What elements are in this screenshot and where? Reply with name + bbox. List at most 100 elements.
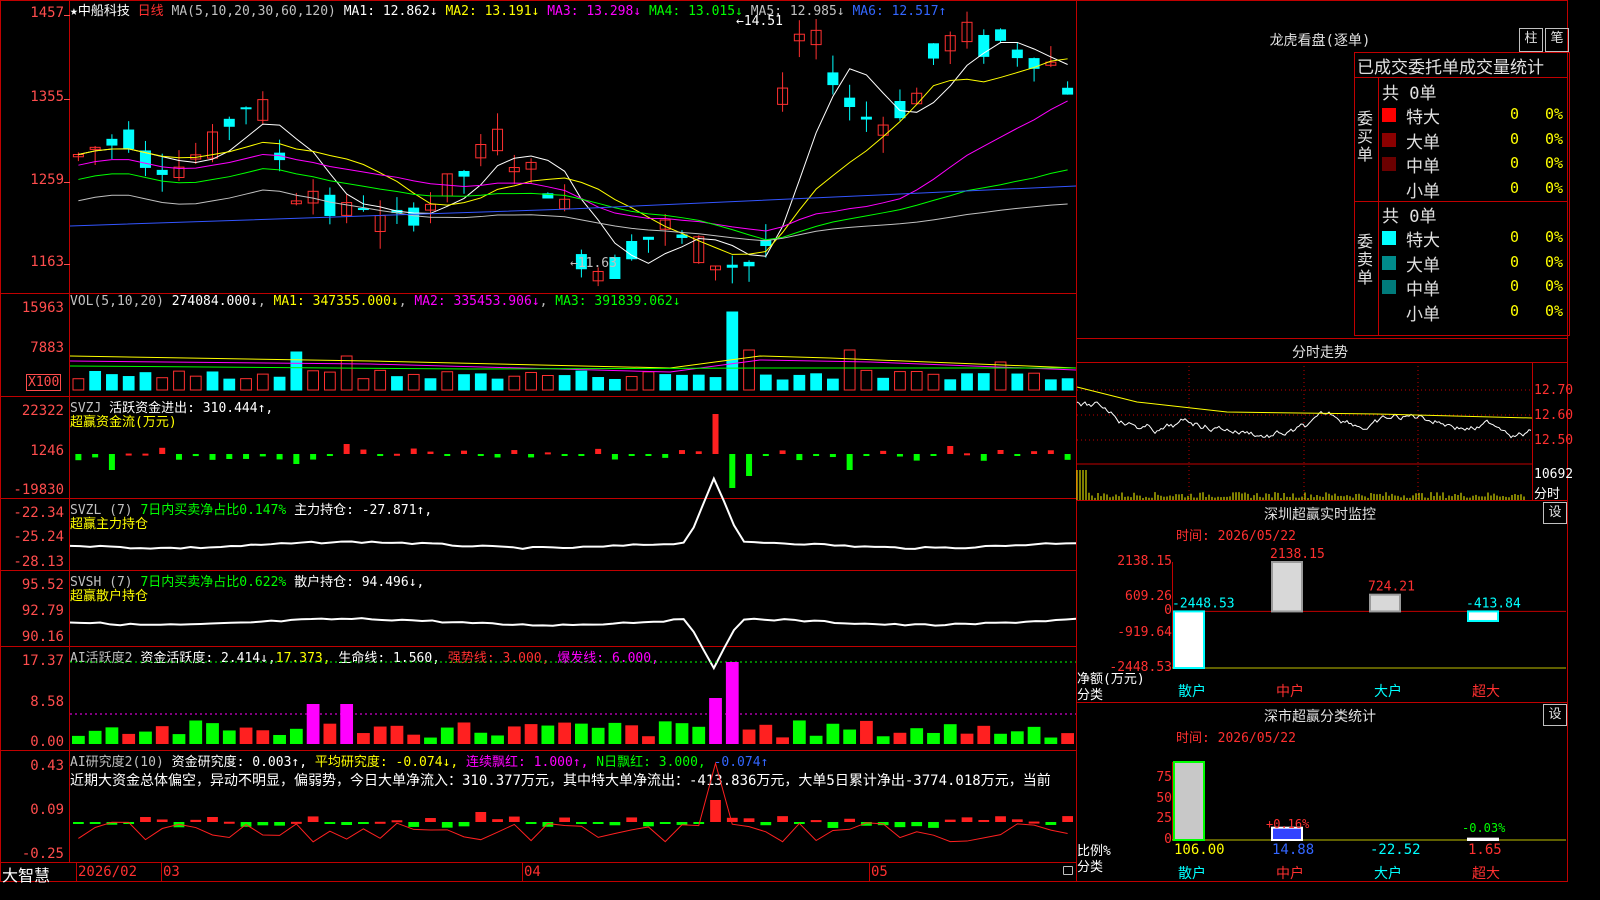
ai2-bar — [525, 822, 537, 824]
svzj-bar — [108, 454, 115, 470]
ai1-bar — [239, 727, 253, 744]
ai2-bar — [391, 820, 403, 823]
fenshi-vol: 10692 — [1534, 467, 1574, 482]
volume-bar — [273, 376, 286, 391]
candle-body — [223, 118, 235, 127]
high-price-value: 14.51 — [743, 14, 783, 29]
xlabel-0: 2026/02 — [78, 864, 138, 880]
szmon-bar-label-1: 2138.15 — [1270, 547, 1325, 562]
ai1-bar — [575, 723, 588, 744]
svzj-bar — [461, 450, 468, 454]
candle-body — [860, 116, 872, 120]
ai1-bar — [357, 733, 370, 744]
ai2-bar — [760, 822, 772, 826]
candle-body — [642, 236, 654, 240]
ai1-bar — [591, 727, 605, 744]
szmon-ylabel2: 分类 — [1077, 688, 1104, 703]
fenshi-top-sep — [1076, 338, 1568, 339]
ai2-bar — [274, 822, 285, 826]
ai1-bar — [558, 722, 571, 744]
ai1-bar — [541, 725, 555, 744]
buy-row-count: 0 — [1510, 154, 1520, 172]
ai1-bar — [323, 723, 337, 744]
szcls-settings-button[interactable]: 设 — [1543, 704, 1567, 726]
szmon-ytick: 0 — [1164, 603, 1172, 619]
ai2-bar — [89, 822, 101, 824]
svzj-bar — [896, 454, 903, 457]
ai2-bar — [257, 822, 269, 826]
svzj-bar — [511, 450, 518, 454]
volume-bar — [642, 371, 655, 391]
lhb-bar-button[interactable]: 柱 — [1519, 28, 1543, 52]
svzj-chart[interactable] — [70, 398, 1076, 496]
ai1-bar — [910, 728, 924, 744]
buy-row-label: 大单 — [1406, 132, 1440, 153]
szmon-bar-chart[interactable]: -2448.53 散户 2138.15 中户 724.21 大户 -413.84 超大 — [1172, 540, 1566, 700]
volume-bar — [793, 374, 806, 391]
ai2-c: 连续飘红: 1.000↑, — [466, 755, 589, 770]
ai1-bar — [306, 704, 320, 744]
buy-color-swatch — [1382, 108, 1396, 122]
svzl-line[interactable] — [69, 476, 1077, 568]
svsh-ytick-1: 92.79 — [21, 603, 64, 619]
szcls-cat-0: 散户 — [1178, 865, 1206, 882]
lhb-tick-button[interactable]: 笔 — [1545, 28, 1569, 52]
ai1-ytick-2: 0.00 — [30, 734, 64, 750]
lhb-buy-side: 委买单 — [1357, 109, 1374, 164]
svzj-bar — [746, 454, 753, 476]
candlestick-chart[interactable] — [69, 11, 1077, 290]
ai1-chart[interactable] — [70, 648, 1076, 748]
app-logo[interactable]: 大智慧 — [2, 862, 50, 886]
intraday-chart[interactable] — [1076, 362, 1533, 500]
volume-bar — [676, 374, 688, 391]
ai2-bar — [156, 819, 168, 822]
svzj-bar — [92, 454, 99, 458]
szmon-settings-button[interactable]: 设 — [1543, 502, 1567, 524]
ai1-bar — [725, 662, 739, 744]
ai2-bar — [408, 822, 420, 827]
ai2-bar — [576, 822, 587, 824]
ai1-bar — [625, 725, 639, 744]
szmon-cat-1: 中户 — [1276, 683, 1304, 700]
ai1-bar — [424, 737, 437, 744]
lock-icon[interactable] — [1063, 866, 1073, 875]
svzj-bar — [628, 454, 635, 456]
ai2-bar — [1062, 816, 1073, 822]
ai1-bar — [256, 730, 270, 744]
svzj-bar — [913, 454, 920, 461]
volume-bar — [156, 377, 169, 391]
volume-bar — [525, 371, 537, 391]
ai1-bar — [742, 729, 756, 744]
svzj-ytick-2: -19830 — [13, 482, 64, 498]
ai1-bar — [273, 734, 286, 744]
ai2-bar — [324, 822, 336, 824]
volume-bar — [189, 375, 202, 391]
ai2-bar — [726, 817, 738, 822]
ai2-bar — [911, 822, 923, 827]
svzj-bar — [477, 454, 484, 456]
ai2-bar — [592, 822, 604, 824]
volume-bar — [625, 376, 638, 391]
ai1-bar — [692, 726, 706, 744]
ai2-bar — [475, 812, 487, 822]
volume-bar — [307, 370, 320, 391]
svzj-bar — [779, 450, 786, 454]
volume-chart[interactable] — [69, 306, 1077, 391]
ai2-bar — [441, 822, 453, 828]
ma-line — [78, 168, 1068, 241]
svzj-bar — [259, 454, 266, 457]
ai1-bar — [658, 721, 672, 744]
svsh-line[interactable] — [69, 572, 1077, 671]
sell-row-count: 0 — [1510, 228, 1520, 246]
candle-body — [408, 207, 420, 226]
ai1-bar — [642, 736, 655, 744]
ai1-bar — [1027, 726, 1041, 744]
svzj-bar — [712, 414, 719, 454]
ai1-bar — [440, 727, 454, 744]
ai2-chart[interactable] — [70, 761, 1076, 860]
svzj-bar — [729, 454, 736, 488]
volume-bar — [541, 375, 554, 391]
svzj-bar — [226, 454, 233, 459]
volume-bar — [759, 374, 772, 391]
szcls-bar-chart[interactable]: 106.00 散户 +0.16% 14.88 中户 -22.52 大户 -0.03% 1.65 超… — [1172, 740, 1566, 882]
